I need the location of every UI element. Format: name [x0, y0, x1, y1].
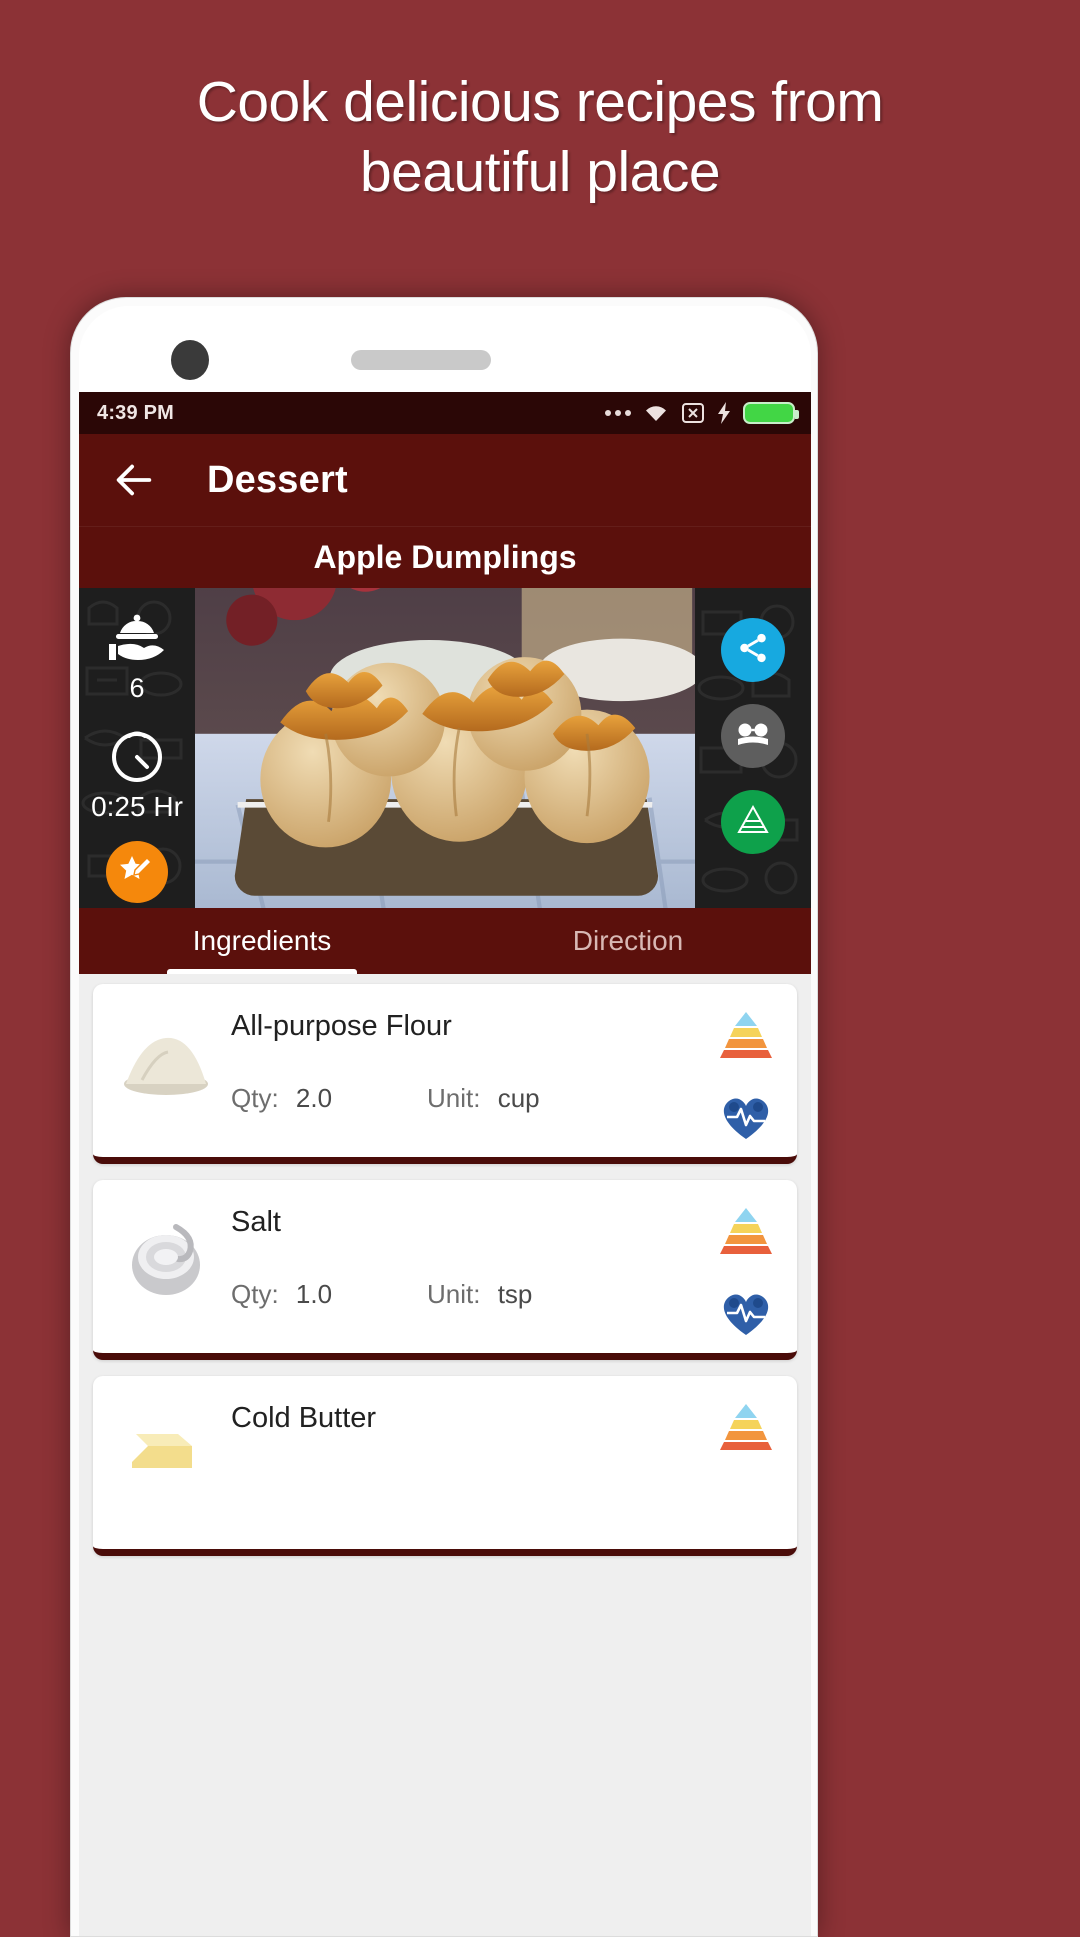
x-box-icon: [681, 401, 705, 425]
tab-direction[interactable]: Direction: [445, 908, 811, 974]
qty-value: 1.0: [295, 1279, 333, 1309]
earpiece-speaker: [351, 350, 491, 370]
food-pyramid-icon[interactable]: [717, 1206, 775, 1261]
rate-recipe-button[interactable]: [106, 841, 168, 903]
ingredient-name: Cold Butter: [231, 1402, 377, 1434]
back-arrow-icon[interactable]: [111, 457, 157, 503]
phone-screen: 4:39 PM Dessert Apple Dumplings 6 0:25 H…: [79, 392, 811, 1936]
promo-line-2: beautiful place: [359, 139, 721, 204]
food-pyramid-icon: [736, 804, 770, 841]
qty-value: 2.0: [295, 1083, 333, 1113]
bolt-icon: [717, 401, 731, 425]
food-pyramid-icon[interactable]: [717, 1010, 775, 1065]
battery-icon: [743, 402, 799, 424]
ingredient-name: Salt: [231, 1206, 281, 1238]
app-bar: Dessert: [79, 434, 811, 526]
page-title: Dessert: [207, 458, 348, 501]
clock-icon: [109, 728, 165, 789]
flour-pile-icon: [111, 1004, 221, 1114]
recipe-tabs: Ingredients Direction: [79, 908, 811, 974]
tab-direction-label: Direction: [572, 925, 684, 956]
qty-label: Qty:: [231, 1279, 279, 1309]
nutrition-icon[interactable]: [717, 1093, 775, 1146]
nutrition-icon[interactable]: [717, 1289, 775, 1342]
tab-ingredients[interactable]: Ingredients: [79, 908, 445, 974]
promo-headline: Cook delicious recipes from beautiful pl…: [0, 68, 1080, 207]
recipe-title: Apple Dumplings: [313, 539, 577, 575]
phone-bezel: [79, 306, 811, 392]
recipe-photo: [195, 588, 695, 908]
share-icon: [736, 631, 770, 670]
food-pyramid-icon[interactable]: [717, 1402, 775, 1457]
status-bar: 4:39 PM: [79, 392, 811, 434]
share-button[interactable]: [721, 618, 785, 682]
front-camera-icon: [171, 340, 209, 380]
salt-bowl-icon: [111, 1200, 221, 1310]
unit-label: Unit:: [427, 1083, 481, 1113]
tab-ingredients-label: Ingredients: [192, 925, 332, 956]
serving-tray-icon: [106, 612, 168, 669]
list-item[interactable]: Salt Qty: 1.0 Unit: tsp: [93, 1180, 797, 1360]
more-dots-icon: [605, 410, 631, 416]
servings-value: 6: [129, 673, 145, 703]
status-time: 4:39 PM: [97, 401, 174, 424]
read-button[interactable]: [721, 704, 785, 768]
recipe-hero: 6 0:25 Hr: [79, 588, 811, 908]
list-item[interactable]: All-purpose Flour Qty: 2.0 Unit: cup: [93, 984, 797, 1164]
book-glasses-icon: [735, 719, 771, 754]
unit-value: cup: [497, 1083, 540, 1113]
wifi-icon: [643, 403, 669, 423]
unit-label: Unit:: [427, 1279, 481, 1309]
promo-line-1: Cook delicious recipes from: [196, 70, 884, 134]
cook-time-value: 0:25 Hr: [91, 791, 183, 822]
list-item[interactable]: Cold Butter: [93, 1376, 797, 1556]
ingredient-name: All-purpose Flour: [231, 1010, 452, 1042]
recipe-stats-panel: 6 0:25 Hr: [79, 588, 195, 908]
recipe-actions-panel: [695, 588, 811, 908]
star-pencil-icon: [117, 850, 157, 895]
qty-label: Qty:: [231, 1083, 279, 1113]
phone-mockup: 4:39 PM Dessert Apple Dumplings 6 0:25 H…: [70, 297, 818, 1937]
ingredient-list: All-purpose Flour Qty: 2.0 Unit: cup Sal…: [79, 974, 811, 1556]
pyramid-button[interactable]: [721, 790, 785, 854]
butter-icon: [111, 1396, 221, 1506]
recipe-title-bar: Apple Dumplings: [79, 526, 811, 588]
unit-value: tsp: [497, 1279, 533, 1309]
